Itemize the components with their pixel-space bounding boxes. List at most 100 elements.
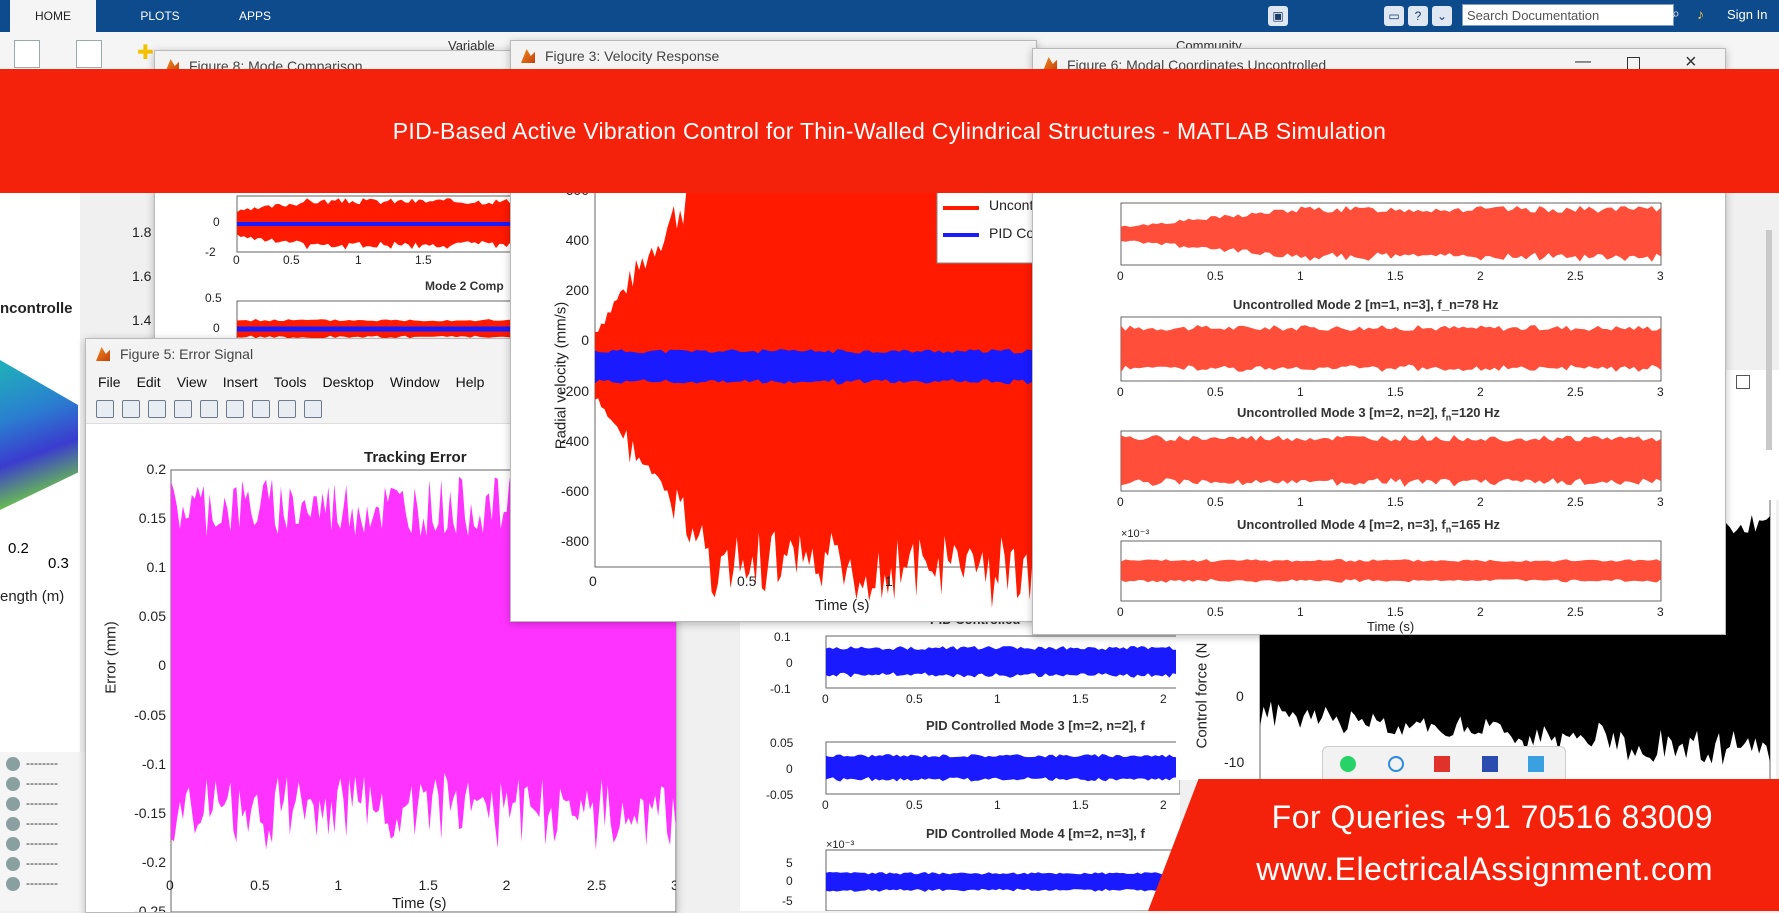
modal-xtick: 0.5 <box>1207 605 1224 619</box>
bg-axis-label: ength (m) <box>0 588 65 605</box>
error-ytick: 0.2 <box>146 461 166 477</box>
pid-mode3-title: PID Controlled Mode 3 [m=2, n=2], f <box>926 718 1145 733</box>
app-icon[interactable] <box>1482 756 1498 772</box>
modal-xtick: 1 <box>1297 605 1304 619</box>
pid-mode4-trace <box>826 872 1180 892</box>
whatsapp-icon[interactable] <box>1340 756 1356 772</box>
force-ytick: -10 <box>1224 754 1245 770</box>
error-xtick: 1 <box>334 877 343 893</box>
modal-xtick: 2 <box>1477 605 1484 619</box>
fig7-xtick: 2 <box>1160 798 1167 812</box>
log-entry-icon <box>6 876 20 891</box>
q2-ytick: 0 <box>786 656 793 670</box>
modal-xtick: 0.5 <box>1207 269 1224 283</box>
log-row-text: -------- <box>26 836 58 850</box>
error-xtick: 3 <box>671 877 676 893</box>
log-entry-icon <box>6 796 20 811</box>
app-icon[interactable] <box>1528 756 1544 772</box>
velocity-ytick: -600 <box>560 482 589 499</box>
contact-website[interactable]: www.ElectricalAssignment.com <box>1256 851 1713 888</box>
modal-xtick: 1.5 <box>1387 495 1404 509</box>
maximize-icon[interactable] <box>1736 375 1750 389</box>
modal-xtick: 2.5 <box>1567 385 1584 399</box>
modal-xtick: 1.5 <box>1387 269 1404 283</box>
error-ylabel: Error (mm) <box>102 621 120 694</box>
title-banner: PID-Based Active Vibration Control for T… <box>0 69 1779 193</box>
log-row[interactable]: -------- <box>6 876 86 894</box>
log-row-text: -------- <box>26 816 58 830</box>
fig8-ytick: 0 <box>213 321 220 335</box>
q4-ytick: -5 <box>782 894 793 908</box>
uncontrolled-mode2-trace <box>1121 325 1661 373</box>
tab-apps[interactable]: APPS <box>215 0 295 32</box>
log-row-text: -------- <box>26 796 58 810</box>
log-entry-icon <box>6 776 20 791</box>
log-row-text: -------- <box>26 876 58 890</box>
tab-home[interactable]: HOME <box>10 0 96 32</box>
app-icon[interactable] <box>1434 756 1450 772</box>
fig7-xtick: 0 <box>822 798 829 812</box>
tab-plots[interactable]: PLOTS <box>120 0 200 32</box>
velocity-ytick: -800 <box>560 532 589 549</box>
modal-xtick: 1.5 <box>1387 605 1404 619</box>
uncontrolled-mode2-title: Uncontrolled Mode 2 [m=1, n=3], f_n=78 H… <box>1233 297 1499 312</box>
pid-mode4-title: PID Controlled Mode 4 [m=2, n=3], f <box>926 826 1145 841</box>
log-row-text: -------- <box>26 756 58 770</box>
background-plot-title: ncontrolle <box>0 300 73 317</box>
fig7-xtick: 0.5 <box>906 798 923 812</box>
contact-banner: For Queries +91 70516 83009 www.Electric… <box>1148 779 1779 911</box>
log-row[interactable]: -------- <box>6 756 86 774</box>
q4-ytick: 0 <box>786 874 793 888</box>
save-icon[interactable]: ▣ <box>1268 6 1288 26</box>
search-documentation-input[interactable]: Search Documentation <box>1462 4 1674 26</box>
log-row[interactable]: -------- <box>6 796 86 814</box>
q2-ytick: 0.1 <box>774 630 791 644</box>
modal-xtick: 0 <box>1117 385 1124 399</box>
q3-ytick: 0 <box>786 762 793 776</box>
fig7-xtick: 1 <box>994 692 1001 706</box>
fig7-xtick: 1 <box>994 798 1001 812</box>
figure-7-window[interactable]: PID Controlled 0.1 0 -0.1 0 0.5 1 1.5 2 … <box>740 600 1180 911</box>
scrollbar[interactable] <box>1766 230 1772 450</box>
contact-phone: For Queries +91 70516 83009 <box>1271 799 1713 835</box>
notification-bell-icon[interactable]: ♪ <box>1697 6 1713 22</box>
error-xtick: 2 <box>502 877 511 893</box>
log-row[interactable]: -------- <box>6 776 86 794</box>
log-row-text: -------- <box>26 776 58 790</box>
new-script-icon[interactable] <box>14 40 40 68</box>
legend-uncontrolled: Uncontr <box>989 197 1037 213</box>
modal-xtick: 1 <box>1297 385 1304 399</box>
uncontrolled-mode4-title: Uncontrolled Mode 4 [m=2, n=3], fn=165 H… <box>1237 517 1501 535</box>
error-xtick: 1.5 <box>418 877 438 893</box>
modal-xtick: 0.5 <box>1207 385 1224 399</box>
pid-controlled-velocity-trace <box>595 349 1036 385</box>
velocity-ytick: -400 <box>560 432 589 449</box>
fig7-xtick: 1.5 <box>1072 692 1089 706</box>
app-icon[interactable] <box>1388 756 1404 772</box>
velocity-xtick: 1 <box>885 573 893 589</box>
sign-in-link[interactable]: Sign In <box>1727 7 1767 22</box>
q4-exponent: ×10⁻³ <box>1121 528 1150 540</box>
modal-xtick: 2.5 <box>1567 605 1584 619</box>
help-icon[interactable]: ? <box>1408 6 1428 26</box>
pid-mode2-trace <box>826 646 1180 678</box>
log-row[interactable]: -------- <box>6 836 86 854</box>
modal-xtick: 0 <box>1117 605 1124 619</box>
new-live-script-icon[interactable] <box>76 40 102 68</box>
new-icon[interactable]: ✚ <box>137 40 154 66</box>
error-ytick: -0.05 <box>134 706 166 723</box>
layout-icon[interactable]: ▭ <box>1384 6 1404 26</box>
fig8-mode2-title: Mode 2 Comp <box>425 279 504 293</box>
velocity-xtick: 0 <box>589 573 597 589</box>
bg-tick-0-2: 0.2 <box>8 540 29 557</box>
error-ytick: -0.25 <box>134 903 166 913</box>
log-row[interactable]: -------- <box>6 856 86 874</box>
modal-xtick: 1 <box>1297 269 1304 283</box>
q3-ytick: -0.05 <box>766 788 794 802</box>
modal-xtick: 3 <box>1657 495 1664 509</box>
options-icon[interactable]: ⌄ <box>1432 6 1452 26</box>
search-icon[interactable]: ⌕ <box>1672 5 1690 23</box>
error-ytick: -0.15 <box>134 804 166 821</box>
log-row[interactable]: -------- <box>6 816 86 834</box>
uncontrolled-mode3-title: Uncontrolled Mode 3 [m=2, n=2], fn=120 H… <box>1237 405 1501 423</box>
